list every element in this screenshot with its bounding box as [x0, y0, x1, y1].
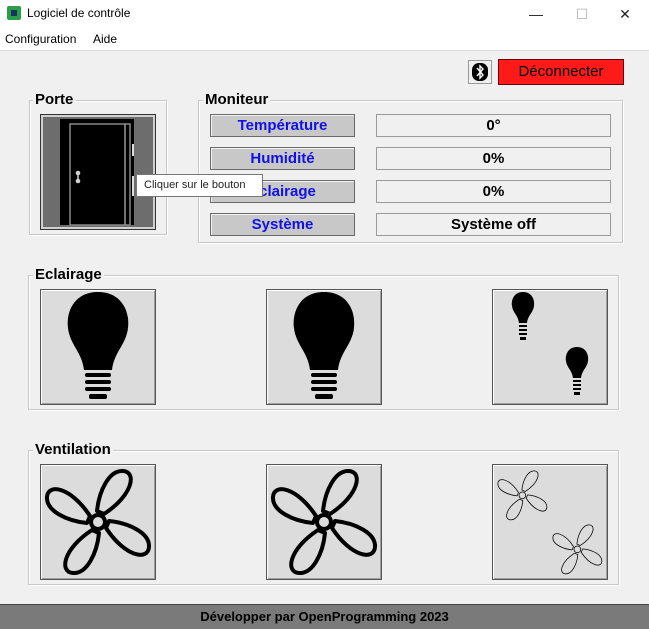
light-button-2[interactable] [266, 289, 382, 405]
light-button-1[interactable] [40, 289, 156, 405]
temperature-value: 0° [376, 114, 611, 137]
app-icon [7, 6, 21, 20]
fan-icon [271, 469, 377, 575]
fans-pair-outline-icon [497, 470, 603, 575]
menu-bar: Configuration Aide [0, 29, 649, 49]
fan-button-all[interactable] [492, 464, 608, 580]
lighting-value: 0% [376, 180, 611, 203]
fan-button-2[interactable] [266, 464, 382, 580]
footer: Développer par OpenProgramming 2023 [0, 604, 649, 629]
temperature-button[interactable]: Température [210, 114, 355, 137]
eclairage-group-label: Eclairage [33, 266, 104, 283]
system-button[interactable]: Système [210, 213, 355, 236]
moniteur-group-label: Moniteur [203, 91, 271, 108]
light-button-all[interactable] [492, 289, 608, 405]
porte-group-label: Porte [33, 91, 76, 108]
humidity-button[interactable]: Humidité [210, 147, 355, 170]
bulb-icon [67, 292, 129, 399]
menu-aide[interactable]: Aide [93, 32, 117, 46]
menu-configuration[interactable]: Configuration [5, 32, 76, 46]
title-bar: Logiciel de contrôle — ☐ ✕ [0, 0, 649, 29]
bluetooth-icon [472, 63, 488, 81]
door-button[interactable] [40, 114, 156, 230]
system-value: Système off [376, 213, 611, 236]
bulbs-pair-icon [511, 292, 589, 395]
maximize-button[interactable]: ☐ [559, 0, 605, 29]
door-icon [60, 119, 134, 226]
fan-icon [45, 469, 151, 575]
minimize-button[interactable]: — [513, 0, 559, 29]
ventilation-group-label: Ventilation [33, 441, 113, 458]
door-tooltip: Cliquer sur le bouton [136, 174, 263, 197]
window-title: Logiciel de contrôle [27, 6, 131, 20]
bluetooth-button[interactable] [468, 60, 492, 84]
close-button[interactable]: ✕ [602, 0, 648, 29]
fan-button-1[interactable] [40, 464, 156, 580]
disconnect-button[interactable]: Déconnecter [498, 59, 624, 85]
bulb-icon [293, 292, 355, 399]
humidity-value: 0% [376, 147, 611, 170]
